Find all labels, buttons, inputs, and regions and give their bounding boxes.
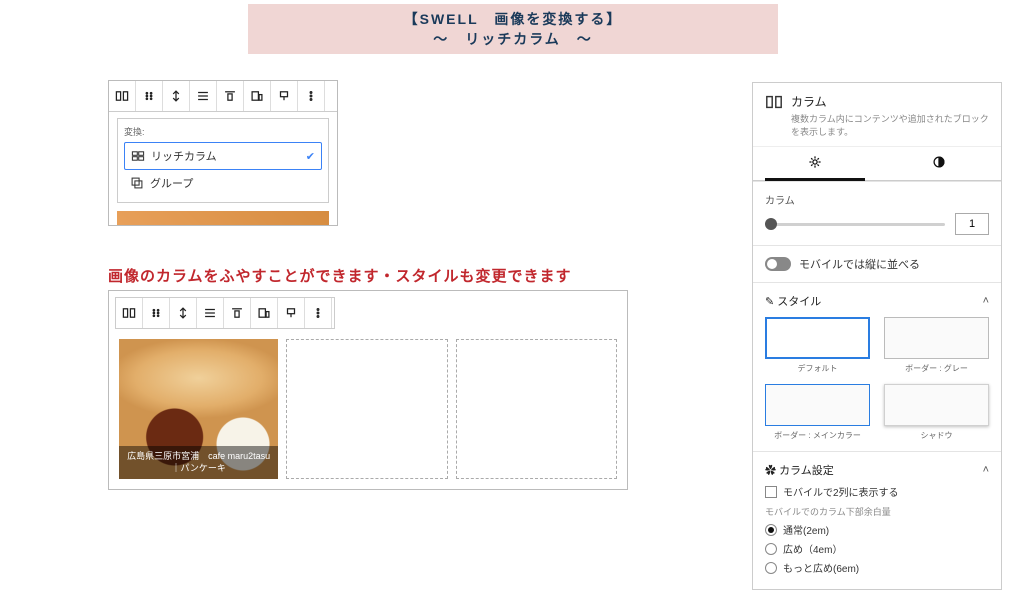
column-count-label: カラム xyxy=(765,192,989,207)
column-count-section: カラム xyxy=(753,181,1001,245)
chevron-up-icon: ˄ xyxy=(983,464,989,476)
sidebar-block-title: カラム xyxy=(791,93,989,110)
block-toolbar-2 xyxy=(115,297,335,329)
style-shadow[interactable]: シャドウ xyxy=(884,384,989,441)
mobile-stack-toggle[interactable] xyxy=(765,257,791,271)
transform-popover: 変換: リッチカラム グループ xyxy=(117,118,329,203)
style-border-main[interactable]: ボーダー : メインカラー xyxy=(765,384,870,441)
columns-row: 広島県三原市宮浦 cafe maru2tasu｜パンケーキ xyxy=(109,335,627,479)
red-caption: 画像のカラムをふやすことができます・スタイルも変更できます xyxy=(108,265,572,286)
align-icon[interactable] xyxy=(190,81,217,111)
style-section: ✎ スタイル ˄ デフォルト ボーダー : グレー ボーダー : メインカラー … xyxy=(753,282,1001,451)
margin-label: モバイルでのカラム下部余白量 xyxy=(765,505,989,518)
style-icon[interactable] xyxy=(271,81,298,111)
style-default[interactable]: デフォルト xyxy=(765,317,870,374)
page-header: 【SWELL 画像を変換する】 〜 リッチカラム 〜 xyxy=(248,4,778,54)
column-slider[interactable] xyxy=(765,223,945,226)
more-options-icon[interactable] xyxy=(298,81,325,111)
columns-icon[interactable] xyxy=(109,81,136,111)
empty-column-1[interactable] xyxy=(286,339,447,479)
image-strip xyxy=(117,211,329,225)
rich-column-block: 広島県三原市宮浦 cafe maru2tasu｜パンケーキ xyxy=(108,290,628,490)
move-arrows-icon[interactable] xyxy=(163,81,190,111)
settings-sidebar: カラム 複数カラム内にコンテンツや追加されたブロックを表示します。 カラム モバ… xyxy=(752,82,1002,590)
valign-icon[interactable] xyxy=(217,81,244,111)
device-icon[interactable] xyxy=(251,298,278,328)
transform-option-rich-column[interactable]: リッチカラム xyxy=(124,142,322,170)
sidebar-block-desc: 複数カラム内にコンテンツや追加されたブロックを表示します。 xyxy=(791,113,989,138)
column-settings-section: ✿ カラム設定 ˄ モバイルで2列に表示する モバイルでのカラム下部余白量 通常… xyxy=(753,451,1001,589)
radio-icon xyxy=(765,524,777,536)
style-border-gray[interactable]: ボーダー : グレー xyxy=(884,317,989,374)
column-settings-title[interactable]: ✿ カラム設定 ˄ xyxy=(765,462,989,478)
empty-column-2[interactable] xyxy=(456,339,617,479)
column-count-input[interactable] xyxy=(955,213,989,235)
block-transform-panel: 変換: リッチカラム グループ xyxy=(108,80,338,226)
valign-icon[interactable] xyxy=(224,298,251,328)
rich-column-icon xyxy=(131,149,145,163)
tab-settings[interactable] xyxy=(753,147,877,180)
tab-styles[interactable] xyxy=(877,147,1001,180)
chevron-up-icon: ˄ xyxy=(983,295,989,307)
transform-option-rich-column-label: リッチカラム xyxy=(151,148,217,164)
mobile-stack-row: モバイルでは縦に並べる xyxy=(753,245,1001,282)
radio-icon xyxy=(765,562,777,574)
margin-wider[interactable]: もっと広め(6em) xyxy=(765,560,989,575)
mobile-2col-row[interactable]: モバイルで2列に表示する xyxy=(765,484,989,499)
drag-handle-icon[interactable] xyxy=(143,298,170,328)
margin-wide[interactable]: 広め（4em） xyxy=(765,541,989,556)
align-icon[interactable] xyxy=(197,298,224,328)
margin-normal[interactable]: 通常(2em) xyxy=(765,522,989,537)
sidebar-tabs xyxy=(753,146,1001,181)
header-line2: 〜 リッチカラム 〜 xyxy=(248,29,778,49)
group-icon xyxy=(130,176,144,190)
image-caption: 広島県三原市宮浦 cafe maru2tasu｜パンケーキ xyxy=(119,446,278,479)
drag-handle-icon[interactable] xyxy=(136,81,163,111)
column-image[interactable]: 広島県三原市宮浦 cafe maru2tasu｜パンケーキ xyxy=(119,339,278,479)
columns-icon[interactable] xyxy=(116,298,143,328)
transform-option-group[interactable]: グループ xyxy=(124,170,322,196)
transform-label: 変換: xyxy=(124,125,322,138)
radio-icon xyxy=(765,543,777,555)
block-toolbar xyxy=(109,81,337,112)
checkbox-icon xyxy=(765,486,777,498)
device-icon[interactable] xyxy=(244,81,271,111)
move-arrows-icon[interactable] xyxy=(170,298,197,328)
mobile-stack-label: モバイルでは縦に並べる xyxy=(799,256,920,272)
style-icon[interactable] xyxy=(278,298,305,328)
columns-icon xyxy=(765,93,783,111)
style-section-title[interactable]: ✎ スタイル ˄ xyxy=(765,293,989,309)
more-options-icon[interactable] xyxy=(305,298,332,328)
sidebar-block-header: カラム 複数カラム内にコンテンツや追加されたブロックを表示します。 xyxy=(753,83,1001,146)
header-line1: 【SWELL 画像を変換する】 xyxy=(248,9,778,29)
transform-option-group-label: グループ xyxy=(150,175,193,191)
